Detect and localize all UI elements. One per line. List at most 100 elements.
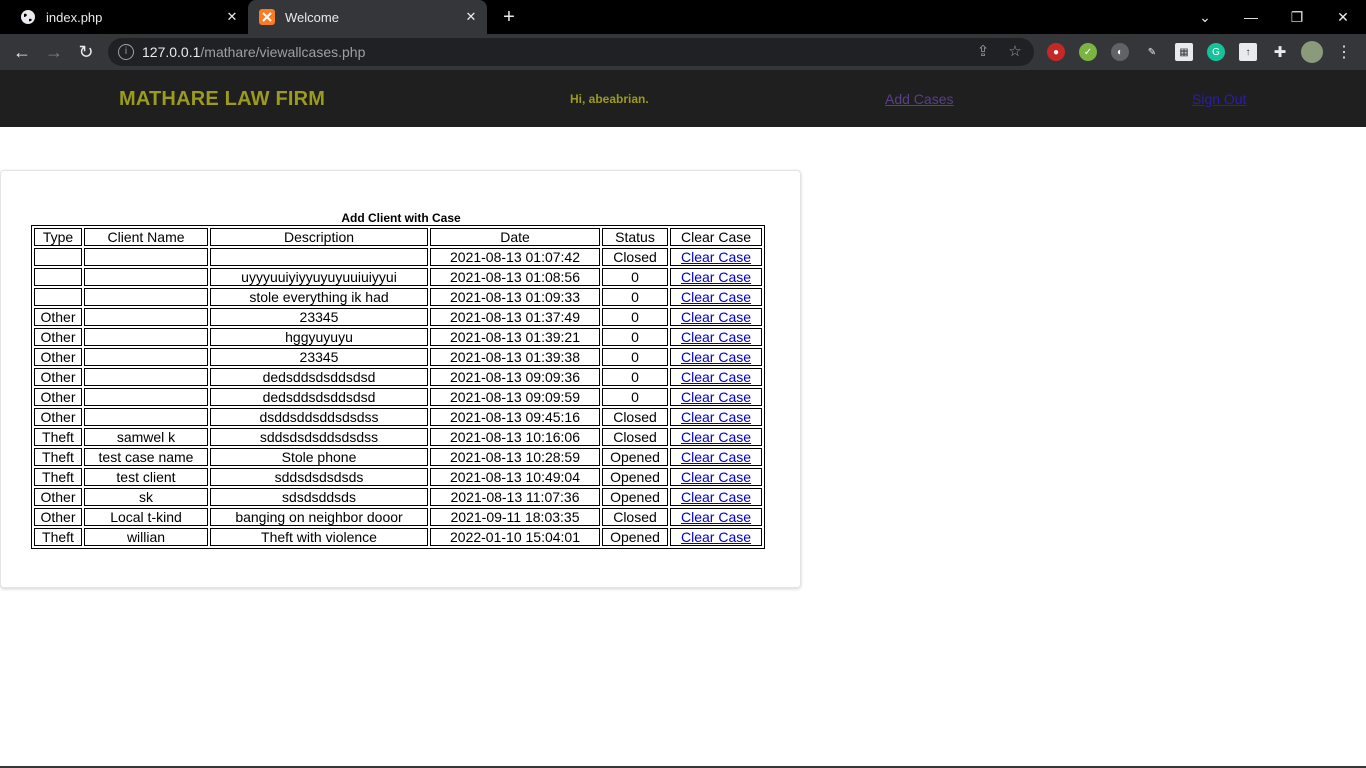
user-greeting: Hi, abeabrian. xyxy=(570,92,649,106)
column-header-description: Description xyxy=(210,228,428,246)
cell-status: 0 xyxy=(602,368,668,386)
cell-date: 2021-08-13 01:39:38 xyxy=(430,348,600,366)
clear-case-link[interactable]: Clear Case xyxy=(681,509,751,525)
table-cell: Clear Case xyxy=(670,428,762,446)
tab-title: Welcome xyxy=(285,9,339,25)
cases-table: Type Client Name Description Date Status… xyxy=(31,225,765,549)
cell-client-name: test case name xyxy=(84,448,208,466)
menu-kebab-icon[interactable]: ⋮ xyxy=(1335,43,1353,61)
cell-date: 2021-08-13 10:28:59 xyxy=(430,448,600,466)
cell-client-name xyxy=(84,328,208,346)
cell-status: Opened xyxy=(602,488,668,506)
url-text[interactable]: 127.0.0.1/mathare/viewallcases.php xyxy=(142,44,365,60)
clear-case-link[interactable]: Clear Case xyxy=(681,389,751,405)
cell-description: uyyyuuiyiyyuyuyuuiuiyyui xyxy=(210,268,428,286)
table-row: Theft willian Theft with violence 2022-01-1… xyxy=(34,528,762,546)
clear-case-link[interactable]: Clear Case xyxy=(681,409,751,425)
clear-case-link[interactable]: Clear Case xyxy=(681,469,751,485)
extension-icon[interactable]: ✓ xyxy=(1079,43,1097,61)
new-tab-icon[interactable]: + xyxy=(499,7,519,27)
cell-status: 0 xyxy=(602,328,668,346)
close-tab-icon[interactable]: ✕ xyxy=(224,9,240,25)
back-icon[interactable]: ← xyxy=(11,41,33,63)
clear-case-link[interactable]: Clear Case xyxy=(681,289,751,305)
grammarly-icon[interactable]: G xyxy=(1207,43,1225,61)
tab-search-icon[interactable]: ⌄ xyxy=(1182,0,1228,34)
clear-case-link[interactable]: Clear Case xyxy=(681,489,751,505)
cell-status: Closed xyxy=(602,428,668,446)
profile-avatar[interactable] xyxy=(1301,41,1323,63)
cell-description: stole everything ik had xyxy=(210,288,428,306)
share-icon[interactable]: ⇪ xyxy=(974,43,992,61)
table-row: Other hggyuyuyu 2021-08-13 01:39:21 0 Clear … xyxy=(34,328,762,346)
cell-description: Stole phone xyxy=(210,448,428,466)
add-cases-link[interactable]: Add Cases xyxy=(885,91,953,107)
site-info-icon[interactable]: i xyxy=(118,44,134,60)
extensions-puzzle-icon[interactable]: ✚ xyxy=(1271,43,1289,61)
cell-status: Opened xyxy=(602,448,668,466)
cell-client-name: sk xyxy=(84,488,208,506)
cell-client-name xyxy=(84,348,208,366)
close-window-icon[interactable]: ✕ xyxy=(1320,0,1366,34)
cell-description: 23345 xyxy=(210,308,428,326)
extension-icon[interactable]: ↑ xyxy=(1239,43,1257,61)
table-cell: Clear Case xyxy=(670,368,762,386)
clear-case-link[interactable]: Clear Case xyxy=(681,349,751,365)
globe-icon xyxy=(21,10,35,24)
table-row: Other dedsddsdsddsdsd 2021-08-13 09:09:36 0… xyxy=(34,368,762,386)
table-cell: Clear Case xyxy=(670,508,762,526)
table-row: 2021-08-13 01:07:42 Closed Clear Case xyxy=(34,248,762,266)
browser-tab-welcome[interactable]: Welcome ✕ xyxy=(248,0,487,34)
cell-status: Closed xyxy=(602,408,668,426)
clear-case-link[interactable]: Clear Case xyxy=(681,369,751,385)
table-cell: Clear Case xyxy=(670,288,762,306)
tab-title: index.php xyxy=(46,9,103,25)
cell-type xyxy=(34,268,82,286)
clear-case-link[interactable]: Clear Case xyxy=(681,329,751,345)
cell-date: 2021-08-13 01:07:42 xyxy=(430,248,600,266)
table-cell: Clear Case xyxy=(670,468,762,486)
bookmark-star-icon[interactable]: ☆ xyxy=(1006,43,1024,61)
cell-type: Other xyxy=(34,488,82,506)
table-row: Theft samwel k sddsdsdsddsdsdss 2021-08-13 … xyxy=(34,428,762,446)
cell-type: Theft xyxy=(34,468,82,486)
minimize-icon[interactable]: — xyxy=(1228,0,1274,34)
table-row: Other dedsddsdsddsdsd 2021-08-13 09:09:59 0… xyxy=(34,388,762,406)
clear-case-link[interactable]: Clear Case xyxy=(681,449,751,465)
cell-type: Theft xyxy=(34,428,82,446)
cell-date: 2021-08-13 11:07:36 xyxy=(430,488,600,506)
table-row: Theft test client sddsdsdsdsds 2021-08-13 1… xyxy=(34,468,762,486)
cell-status: 0 xyxy=(602,268,668,286)
address-bar[interactable]: i 127.0.0.1/mathare/viewallcases.php ⇪ ☆ xyxy=(108,38,1034,66)
extension-icon[interactable]: ◐ xyxy=(1111,43,1129,61)
cell-description: sddsdsdsddsdsdss xyxy=(210,428,428,446)
site-header: MATHARE LAW FIRM Hi, abeabrian. Add Case… xyxy=(0,70,1366,127)
pen-extension-icon[interactable]: ✎ xyxy=(1143,43,1161,61)
extension-icon[interactable]: ● xyxy=(1047,43,1065,61)
clear-case-link[interactable]: Clear Case xyxy=(681,429,751,445)
sign-out-link[interactable]: Sign Out xyxy=(1192,91,1246,107)
cell-type: Other xyxy=(34,348,82,366)
extension-icon[interactable]: ▦ xyxy=(1175,43,1193,61)
cell-status: Opened xyxy=(602,468,668,486)
table-row: Other Local t-kind banging on neighbor doo… xyxy=(34,508,762,526)
clear-case-link[interactable]: Clear Case xyxy=(681,269,751,285)
cell-type: Other xyxy=(34,308,82,326)
clear-case-link[interactable]: Clear Case xyxy=(681,309,751,325)
reload-icon[interactable]: ↻ xyxy=(75,41,97,63)
cell-status: Closed xyxy=(602,508,668,526)
clear-case-link[interactable]: Clear Case xyxy=(681,529,751,545)
cell-client-name: samwel k xyxy=(84,428,208,446)
close-tab-icon[interactable]: ✕ xyxy=(463,9,479,25)
restore-icon[interactable]: ❐ xyxy=(1274,0,1320,34)
cell-date: 2021-09-11 18:03:35 xyxy=(430,508,600,526)
cell-type: Other xyxy=(34,388,82,406)
forward-icon[interactable]: → xyxy=(43,41,65,63)
cell-type: Other xyxy=(34,508,82,526)
clear-case-link[interactable]: Clear Case xyxy=(681,249,751,265)
table-cell: Clear Case xyxy=(670,348,762,366)
cell-description: 23345 xyxy=(210,348,428,366)
cell-description: hggyuyuyu xyxy=(210,328,428,346)
browser-tab-index[interactable]: index.php ✕ xyxy=(8,0,248,34)
cell-client-name xyxy=(84,268,208,286)
